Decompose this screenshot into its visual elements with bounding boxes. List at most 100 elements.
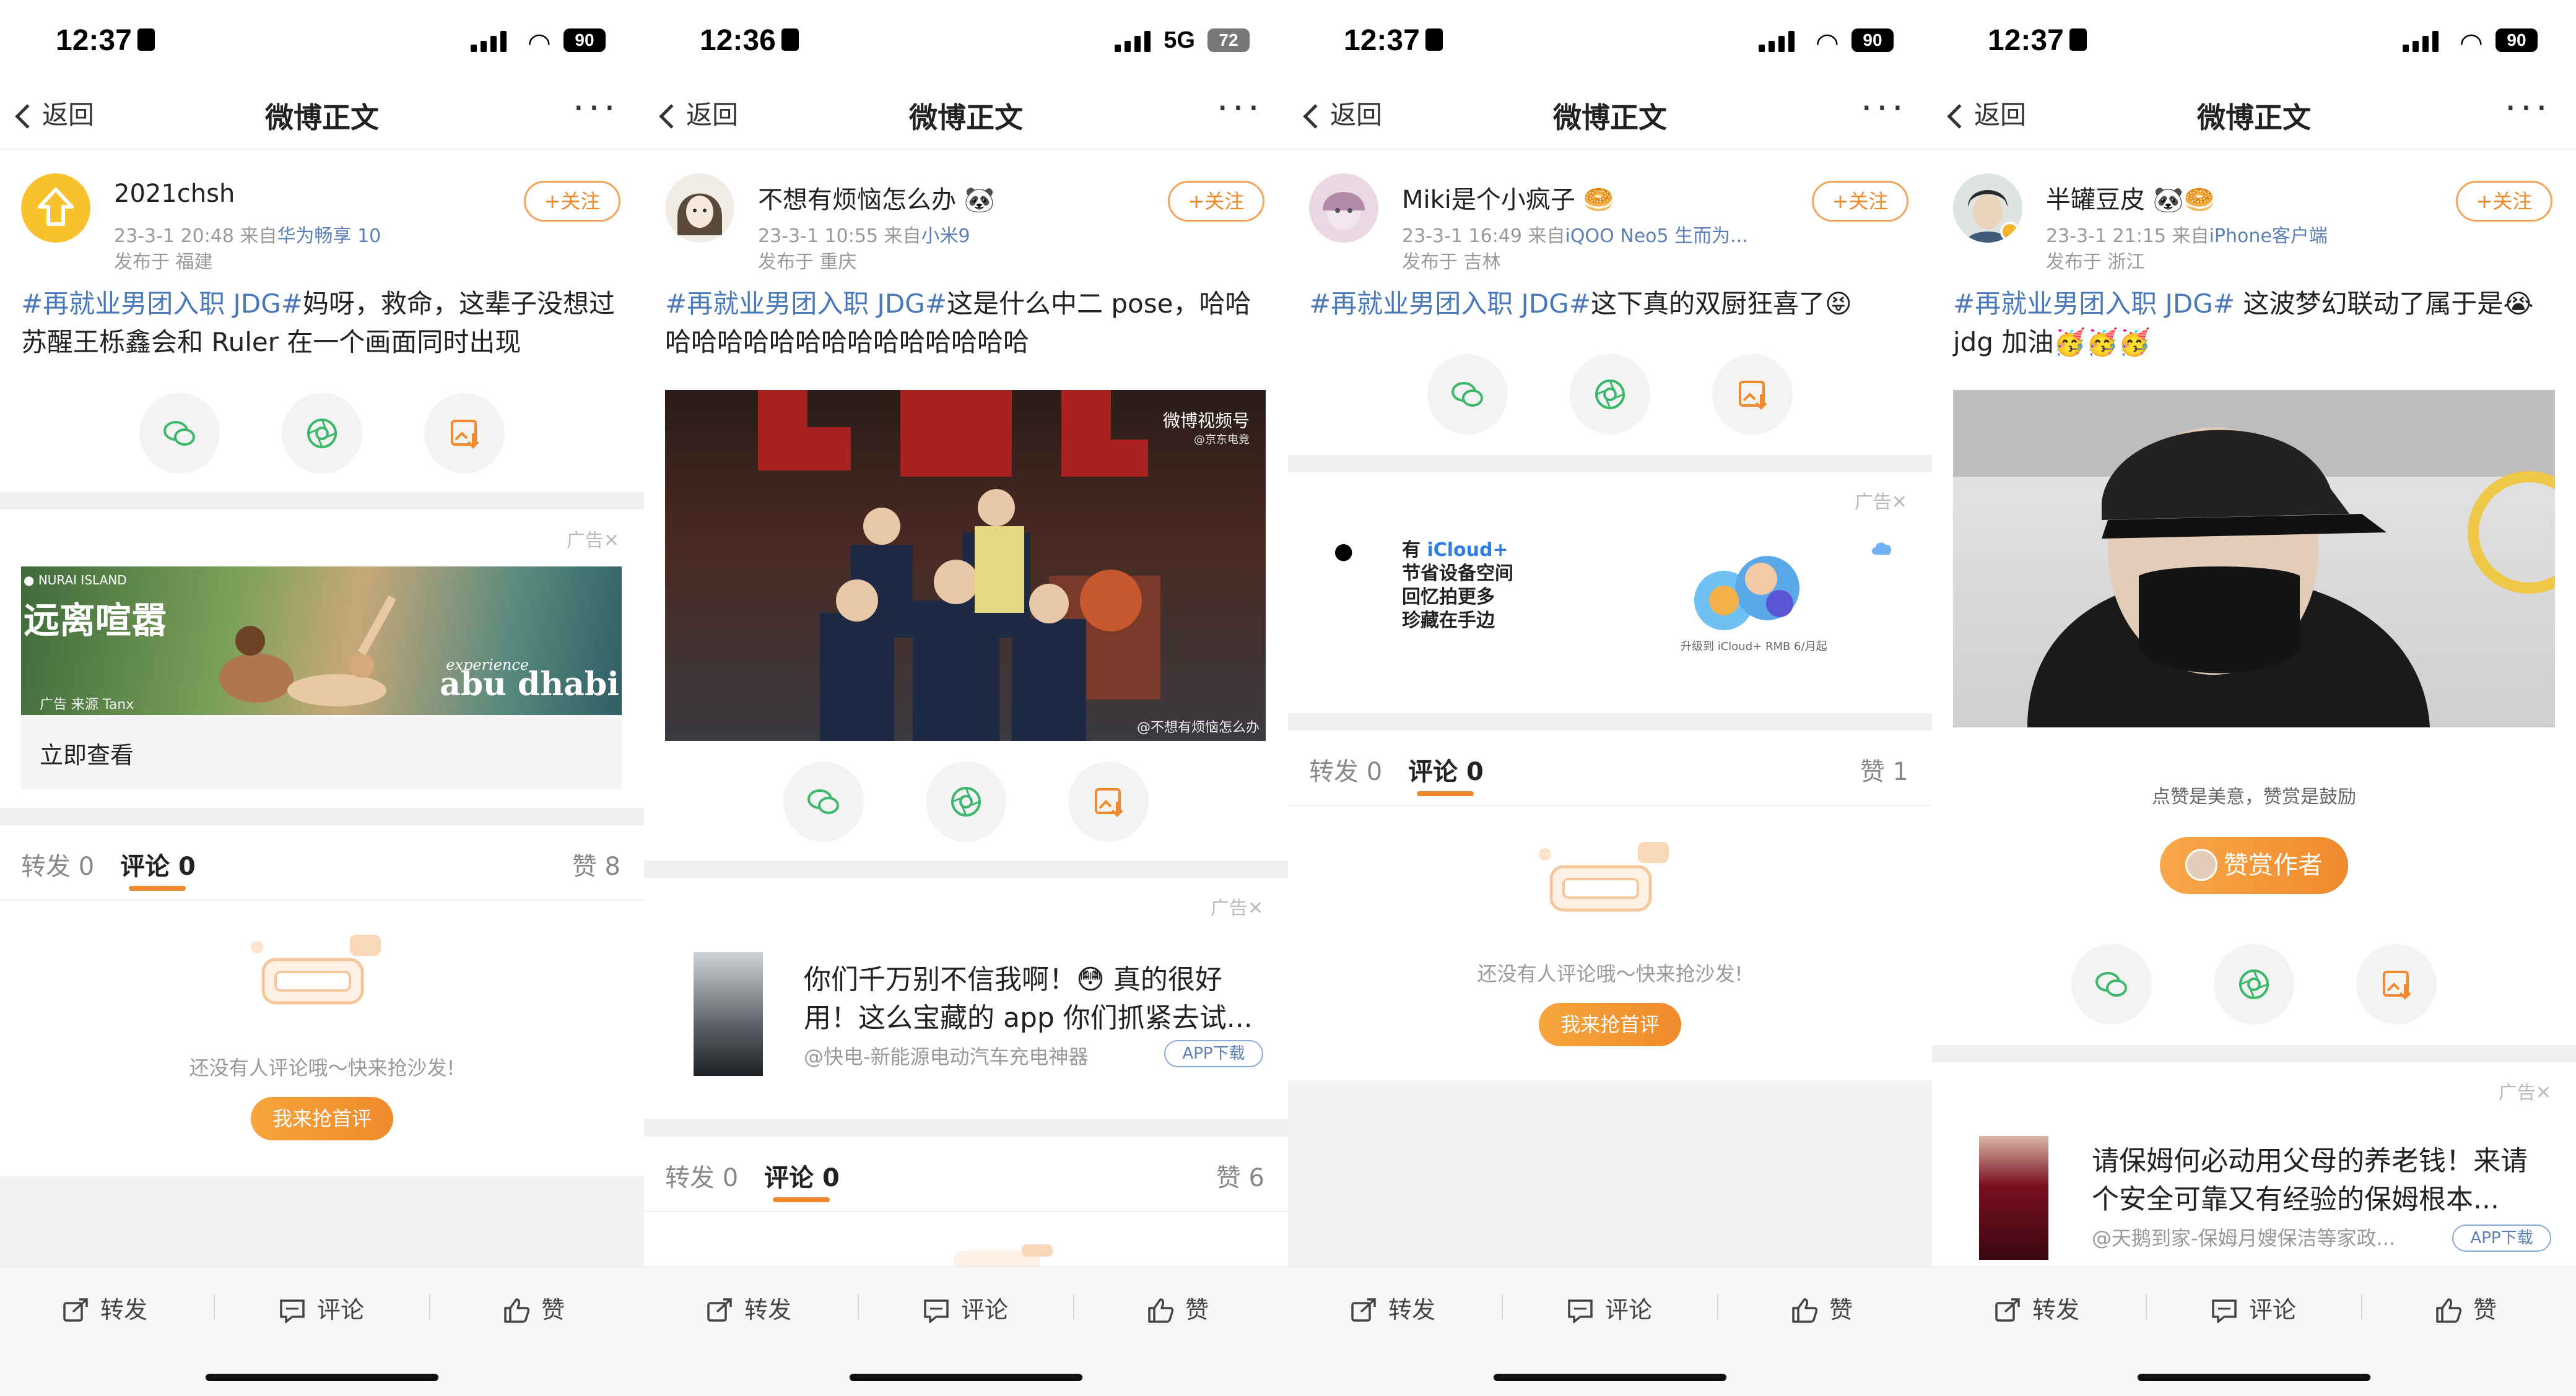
- comment-button[interactable]: 评论: [2211, 1291, 2296, 1325]
- repost-button[interactable]: 转发: [706, 1291, 791, 1325]
- ad-thumbnail[interactable]: [1979, 1136, 2048, 1260]
- moments-share-button[interactable]: [2214, 944, 2294, 1025]
- repost-count: 0: [1366, 758, 1383, 786]
- lock-icon: [137, 28, 155, 51]
- tab-repost[interactable]: 转发 0: [665, 1158, 738, 1194]
- author-name[interactable]: 不想有烦恼怎么办 🐼: [758, 180, 995, 215]
- wechat-share-button[interactable]: [2071, 944, 2152, 1025]
- more-button[interactable]: ···: [1861, 87, 1907, 130]
- like-button[interactable]: 赞: [1791, 1291, 1853, 1325]
- home-indicator[interactable]: [1494, 1374, 1726, 1381]
- tab-like[interactable]: 赞 8: [572, 846, 620, 882]
- like-button[interactable]: 赞: [2435, 1291, 2497, 1325]
- comment-button[interactable]: 评论: [279, 1291, 364, 1325]
- thumbs-up-icon: [1148, 1298, 1174, 1323]
- comment-button[interactable]: 评论: [923, 1291, 1008, 1325]
- moments-share-button[interactable]: [926, 761, 1006, 842]
- page-background: [0, 1176, 644, 1266]
- empty-comments-text: 还没有人评论哦～快来抢沙发!: [1477, 962, 1743, 986]
- post-meta: 23-3-1 10:55 来自小米9: [758, 220, 970, 248]
- like-button[interactable]: 赞: [503, 1291, 565, 1325]
- ad-cta[interactable]: 立即查看: [40, 736, 134, 770]
- battery-indicator: 90: [564, 28, 606, 52]
- reward-caption: 点赞是美意，赞赏是鼓励: [2152, 786, 2356, 808]
- tab-comment[interactable]: 评论 0: [764, 1158, 840, 1194]
- home-indicator[interactable]: [2138, 1374, 2370, 1381]
- more-button[interactable]: ···: [2505, 87, 2551, 130]
- first-comment-button[interactable]: 我来抢首评: [251, 1097, 393, 1140]
- save-image-button[interactable]: [2356, 944, 2437, 1025]
- avatar[interactable]: [665, 173, 734, 243]
- tab-repost[interactable]: 转发 0: [1309, 752, 1382, 787]
- battery-indicator: 90: [2496, 28, 2538, 52]
- follow-button[interactable]: +关注: [2456, 181, 2552, 222]
- post-source[interactable]: 华为畅享 10: [277, 225, 381, 247]
- comment-button[interactable]: 评论: [1567, 1291, 1652, 1325]
- post-source[interactable]: 小米9: [921, 225, 970, 247]
- section-divider: [1932, 1045, 2576, 1062]
- app-download-button[interactable]: APP下载: [1164, 1040, 1263, 1067]
- ad-thumbnail[interactable]: [694, 952, 763, 1076]
- icloud-app-icons: [1694, 556, 1799, 630]
- ad-source: @天鹅到家-保姆月嫂保洁等家政...: [2092, 1226, 2396, 1250]
- save-image-button[interactable]: [1712, 354, 1793, 435]
- topic-tag[interactable]: #再就业男团入职 JDG#: [1309, 288, 1591, 319]
- topic-tag[interactable]: #再就业男团入职 JDG#: [1953, 288, 2235, 319]
- follow-button[interactable]: +关注: [524, 181, 620, 222]
- tab-repost[interactable]: 转发 0: [21, 846, 94, 882]
- lock-icon: [1425, 28, 1443, 51]
- topic-tag[interactable]: #再就业男团入职 JDG#: [21, 288, 303, 319]
- comment-tabs: 转发 0 评论 0 赞 8: [0, 826, 644, 901]
- section-divider: [1288, 455, 1932, 472]
- repost-button[interactable]: 转发: [1994, 1291, 2079, 1325]
- comment-count: 0: [822, 1164, 840, 1192]
- avatar[interactable]: [1309, 173, 1378, 243]
- post-video[interactable]: 微博视频号 @京东电竞 @不想有烦恼怎么办: [665, 390, 1266, 741]
- save-image-button[interactable]: [424, 393, 505, 474]
- ad-banner-image[interactable]: ● NURAI ISLAND 远离喧嚣 experience abu dhabi…: [21, 566, 622, 715]
- tab-like[interactable]: 赞 6: [1216, 1158, 1264, 1194]
- topic-tag[interactable]: #再就业男团入职 JDG#: [665, 288, 947, 319]
- post-image[interactable]: [1953, 390, 2555, 727]
- tab-comment[interactable]: 评论 0: [1408, 752, 1484, 787]
- tab-like[interactable]: 赞 1: [1860, 752, 1908, 787]
- ad-label[interactable]: 广告✕: [567, 525, 619, 552]
- post-source[interactable]: iQOO Neo5 生而为...: [1565, 225, 1748, 247]
- follow-button[interactable]: +关注: [1812, 181, 1908, 222]
- save-image-button[interactable]: [1068, 761, 1149, 842]
- phone-screen-3: 12:37 ◠ 90 返回 微博正文 ··· Miki是个小疯子 🥯 23-3-…: [1288, 0, 1932, 1396]
- ad-label[interactable]: 广告✕: [1855, 487, 1907, 514]
- post-time: 23-3-1 21:15: [2046, 225, 2166, 247]
- reward-author-button[interactable]: 赞赏作者: [2160, 837, 2348, 894]
- tab-comment[interactable]: 评论 0: [120, 846, 196, 882]
- author-name[interactable]: Miki是个小疯子 🥯: [1402, 180, 1614, 215]
- avatar[interactable]: [21, 173, 90, 243]
- ad-title[interactable]: 请保姆何必动用父母的养老钱！来请个安全可靠又有经验的保姆根本...: [2092, 1142, 2553, 1219]
- author-name[interactable]: 2021chsh: [114, 180, 235, 208]
- ad-label[interactable]: 广告✕: [2499, 1077, 2551, 1104]
- ad-label[interactable]: 广告✕: [1211, 893, 1263, 920]
- ad-cta-bar[interactable]: 立即查看: [21, 715, 622, 789]
- wechat-share-button[interactable]: [783, 761, 864, 842]
- repost-button[interactable]: 转发: [62, 1291, 147, 1325]
- author-name[interactable]: 半罐豆皮 🐼🥯: [2046, 180, 2214, 215]
- home-indicator[interactable]: [850, 1374, 1082, 1381]
- wechat-share-button[interactable]: [1427, 354, 1508, 435]
- home-indicator[interactable]: [206, 1374, 438, 1381]
- more-button[interactable]: ···: [573, 87, 619, 130]
- signal-icon: [1759, 31, 1796, 52]
- more-button[interactable]: ···: [1217, 87, 1263, 130]
- ad-card-icloud[interactable]: ● 有 iCloud+ 节省设备空间 回忆拍更多 珍藏在手边 升级到 iClou…: [1309, 520, 1910, 700]
- like-button[interactable]: 赞: [1147, 1291, 1209, 1325]
- wechat-icon: [807, 789, 839, 814]
- follow-button[interactable]: +关注: [1168, 181, 1264, 222]
- avatar[interactable]: [1953, 173, 2022, 243]
- app-download-button[interactable]: APP下载: [2452, 1225, 2551, 1252]
- moments-share-button[interactable]: [1570, 354, 1650, 435]
- wechat-share-button[interactable]: [139, 393, 220, 474]
- repost-button[interactable]: 转发: [1350, 1291, 1435, 1325]
- first-comment-button[interactable]: 我来抢首评: [1539, 1003, 1681, 1046]
- post-source[interactable]: iPhone客户端: [2209, 225, 2328, 247]
- ad-title[interactable]: 你们千万别不信我啊！😳 真的很好用！这么宝藏的 app 你们抓紧去试...: [804, 961, 1262, 1038]
- moments-share-button[interactable]: [282, 393, 362, 474]
